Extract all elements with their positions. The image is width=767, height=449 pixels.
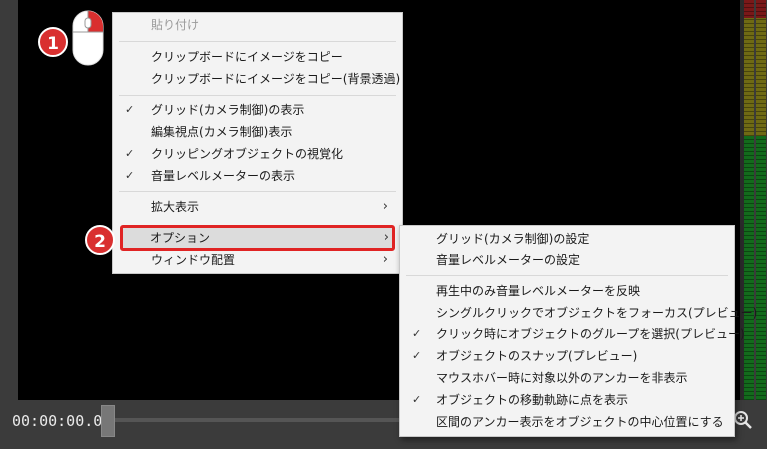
menu-separator	[406, 275, 728, 276]
menu-item-paste: 貼り付け	[113, 14, 402, 36]
menu-item-copy-image-transparent[interactable]: クリップボードにイメージをコピー(背景透過)	[113, 68, 402, 90]
submenu-item-object-snap[interactable]: ✓ オブジェクトのスナップ(プレビュー)	[400, 345, 734, 367]
menu-item-label: ウィンドウ配置	[151, 253, 236, 267]
submenu-item-grid-settings[interactable]: グリッド(カメラ制御)の設定	[400, 228, 734, 250]
volume-meter-right	[756, 0, 766, 400]
submenu-item-single-click-focus[interactable]: シングルクリックでオブジェクトをフォーカス(プレビュー)	[400, 302, 757, 324]
menu-separator	[119, 41, 396, 42]
step-badge-1: 1	[38, 27, 68, 57]
menu-item-label: グリッド(カメラ制御)の表示	[151, 103, 305, 117]
submenu-item-select-group-on-click[interactable]: ✓ クリック時にオブジェクトのグループを選択(プレビュー)	[400, 323, 745, 345]
menu-item-label: 貼り付け	[151, 18, 200, 32]
menu-item-label: クリック時にオブジェクトのグループを選択(プレビュー)	[436, 327, 745, 341]
volume-meter-left	[744, 0, 754, 400]
check-icon: ✓	[125, 147, 135, 160]
menu-item-label: シングルクリックでオブジェクトをフォーカス(プレビュー)	[436, 306, 758, 320]
menu-item-label: オブジェクトのスナップ(プレビュー)	[436, 349, 638, 363]
menu-item-show-edit-viewpoint[interactable]: 編集視点(カメラ制御)表示	[113, 121, 402, 143]
submenu-item-show-motion-path-points[interactable]: ✓ オブジェクトの移動軌跡に点を表示	[400, 389, 734, 411]
menu-item-label: クリッピングオブジェクトの視覚化	[151, 147, 344, 161]
check-icon: ✓	[412, 349, 422, 362]
menu-item-label: 再生中のみ音量レベルメーターを反映	[436, 284, 641, 298]
seek-handle[interactable]	[101, 405, 115, 437]
menu-item-window-layout[interactable]: ウィンドウ配置 ›	[113, 249, 402, 271]
options-submenu: グリッド(カメラ制御)の設定 音量レベルメーターの設定 再生中のみ音量レベルメー…	[399, 225, 757, 437]
menu-separator	[119, 191, 396, 192]
seek-bar[interactable]	[102, 418, 402, 422]
check-icon: ✓	[412, 393, 422, 406]
menu-item-label: オプション	[150, 231, 211, 245]
chevron-right-icon: ›	[382, 252, 388, 267]
menu-item-label: オブジェクトの移動軌跡に点を表示	[436, 393, 629, 407]
menu-item-copy-image[interactable]: クリップボードにイメージをコピー	[113, 46, 402, 68]
menu-item-show-grid[interactable]: ✓ グリッド(カメラ制御)の表示	[113, 99, 402, 121]
left-border	[0, 0, 18, 449]
menu-item-label: 拡大表示	[151, 200, 200, 214]
menu-item-label: グリッド(カメラ制御)の設定	[436, 232, 590, 246]
menu-item-label: 区間のアンカー表示をオブジェクトの中心位置にする	[436, 415, 724, 429]
menu-item-label: クリップボードにイメージをコピー(背景透過)	[151, 72, 401, 86]
menu-item-label: クリップボードにイメージをコピー	[151, 50, 343, 64]
menu-item-label: マウスホバー時に対象以外のアンカーを非表示	[436, 371, 688, 385]
check-icon: ✓	[125, 169, 135, 182]
menu-item-options[interactable]: オプション ›	[120, 225, 395, 251]
submenu-item-hide-other-anchors[interactable]: マウスホバー時に対象以外のアンカーを非表示	[400, 367, 734, 389]
menu-item-label: 音量レベルメーターの表示	[151, 169, 296, 183]
submenu-item-center-section-anchor[interactable]: 区間のアンカー表示をオブジェクトの中心位置にする	[400, 411, 734, 433]
check-icon: ✓	[125, 103, 135, 116]
right-click-mouse-icon	[72, 10, 104, 66]
step-badge-2: 2	[85, 225, 115, 255]
chevron-right-icon: ›	[382, 199, 388, 214]
menu-item-zoom-display[interactable]: 拡大表示 ›	[113, 196, 402, 218]
check-icon: ✓	[412, 327, 422, 340]
submenu-item-meter-playback-only[interactable]: 再生中のみ音量レベルメーターを反映	[400, 280, 734, 302]
chevron-right-icon: ›	[383, 230, 389, 245]
menu-item-label: 音量レベルメーターの設定	[436, 253, 581, 267]
menu-separator	[119, 95, 396, 96]
timecode-display: 00:00:00.00	[12, 412, 112, 430]
menu-item-visualize-clipping[interactable]: ✓ クリッピングオブジェクトの視覚化	[113, 143, 402, 165]
submenu-item-volume-meter-settings[interactable]: 音量レベルメーターの設定	[400, 249, 734, 271]
menu-item-show-volume-meter[interactable]: ✓ 音量レベルメーターの表示	[113, 165, 402, 187]
menu-item-options-row: オプション ›	[120, 227, 395, 249]
zoom-in-icon[interactable]	[733, 410, 753, 430]
menu-item-label: 編集視点(カメラ制御)表示	[151, 125, 293, 139]
